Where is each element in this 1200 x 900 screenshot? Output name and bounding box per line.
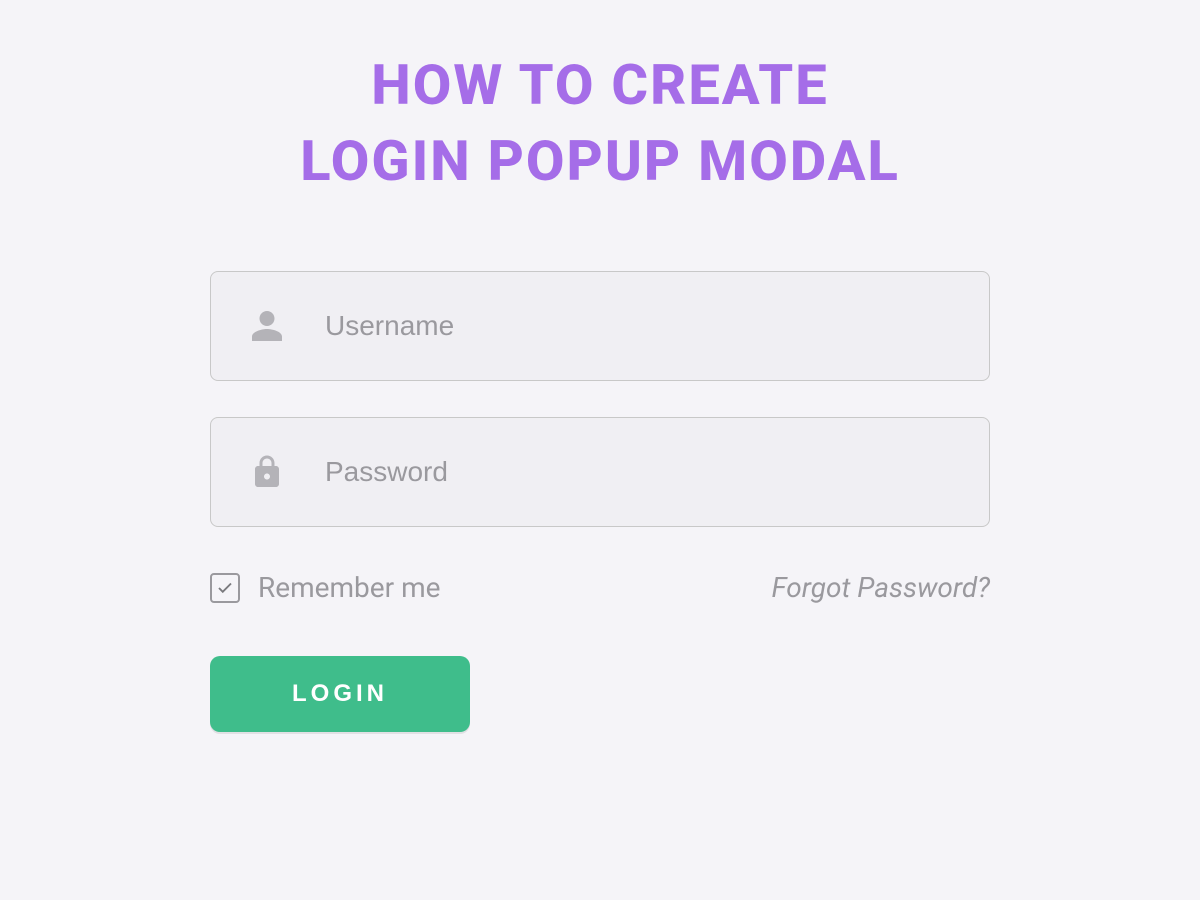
lock-icon <box>249 454 285 490</box>
login-form: Remember me Forgot Password? LOGIN <box>210 271 990 732</box>
check-icon <box>216 579 234 597</box>
forgot-password-link[interactable]: Forgot Password? <box>772 571 990 604</box>
heading-text: HOW TO CREATE LOGIN POPUP MODAL <box>300 48 900 199</box>
heading-line-1: HOW TO CREATE <box>371 52 828 118</box>
remember-label: Remember me <box>258 571 440 604</box>
password-field-wrap[interactable] <box>210 417 990 527</box>
heading-line-2: LOGIN POPUP MODAL <box>300 128 900 194</box>
page-heading: HOW TO CREATE LOGIN POPUP MODAL <box>300 48 900 199</box>
user-icon <box>249 308 285 344</box>
username-field-wrap[interactable] <box>210 271 990 381</box>
password-input[interactable] <box>285 418 989 526</box>
options-row: Remember me Forgot Password? <box>210 571 990 604</box>
remember-checkbox[interactable] <box>210 573 240 603</box>
remember-me[interactable]: Remember me <box>210 571 440 604</box>
username-input[interactable] <box>285 272 989 380</box>
login-button[interactable]: LOGIN <box>210 656 470 732</box>
